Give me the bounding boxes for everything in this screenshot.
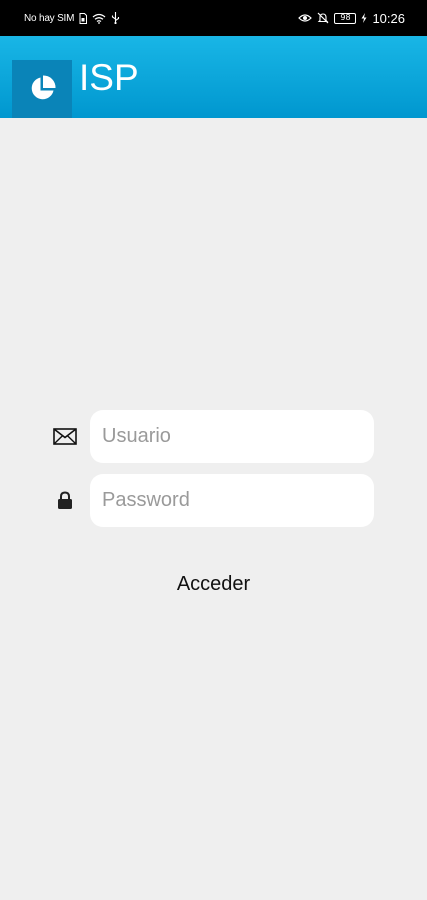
wifi-icon [92,13,106,24]
envelope-icon [53,410,77,463]
app-logo [12,60,72,118]
clock: 10:26 [372,10,405,26]
eye-icon [298,13,313,23]
app-title: ISP [79,57,139,98]
carrier-label: No hay SIM [24,12,75,24]
password-input[interactable] [90,474,374,527]
usb-icon [111,12,120,24]
lock-icon [53,474,77,527]
login-button[interactable]: Acceder [150,566,277,602]
username-row [0,410,427,463]
username-input[interactable] [90,410,374,463]
battery-level: 98 [340,13,351,22]
sim-card-icon [79,12,88,24]
status-bar: No hay SIM 98 10:26 [0,0,427,36]
bell-off-icon [317,12,329,24]
battery-icon: 98 [334,12,357,24]
pie-chart-icon [28,75,56,103]
charging-icon [361,13,367,23]
status-left: No hay SIM [24,12,120,24]
password-row [0,474,427,527]
status-right: 98 10:26 [298,11,405,26]
app-bar: ISP [0,36,427,118]
